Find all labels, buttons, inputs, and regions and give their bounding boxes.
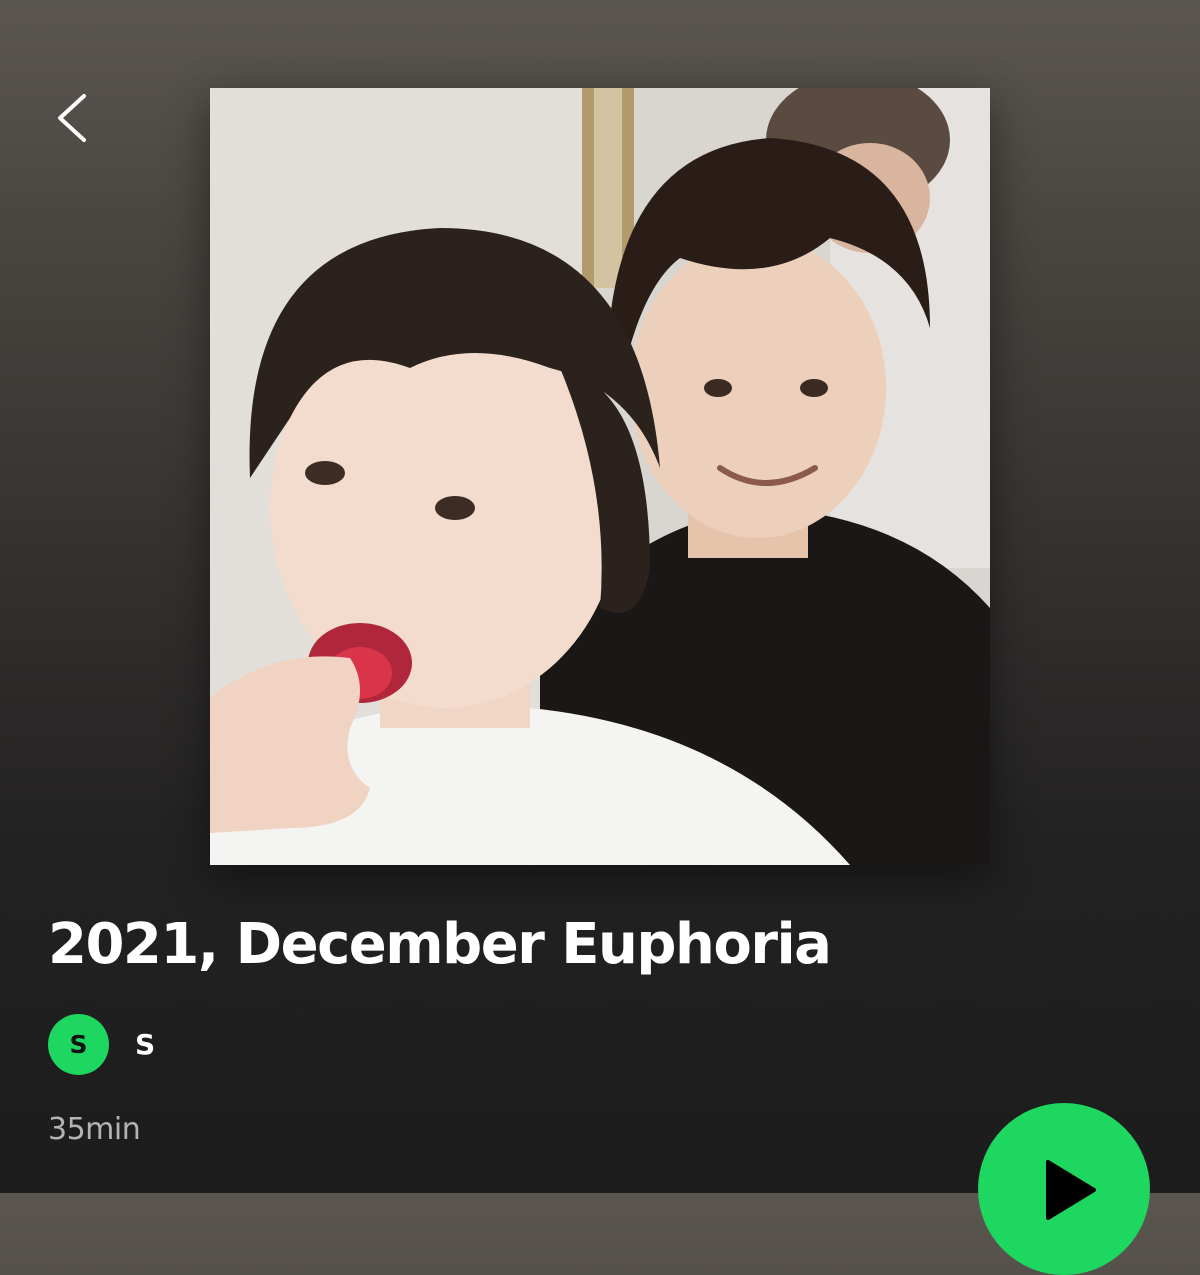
playlist-title: 2021, December Euphoria	[48, 912, 832, 977]
chevron-left-icon	[58, 94, 86, 142]
playlist-cover-image	[210, 88, 990, 865]
play-icon	[1046, 1160, 1096, 1220]
playlist-owner[interactable]: S S	[48, 1013, 155, 1075]
play-button[interactable]	[978, 1103, 1150, 1275]
playlist-duration: 35min	[48, 1112, 141, 1147]
back-button[interactable]	[40, 82, 104, 154]
owner-name[interactable]: S	[135, 1028, 155, 1061]
owner-avatar[interactable]: S	[48, 1013, 109, 1075]
